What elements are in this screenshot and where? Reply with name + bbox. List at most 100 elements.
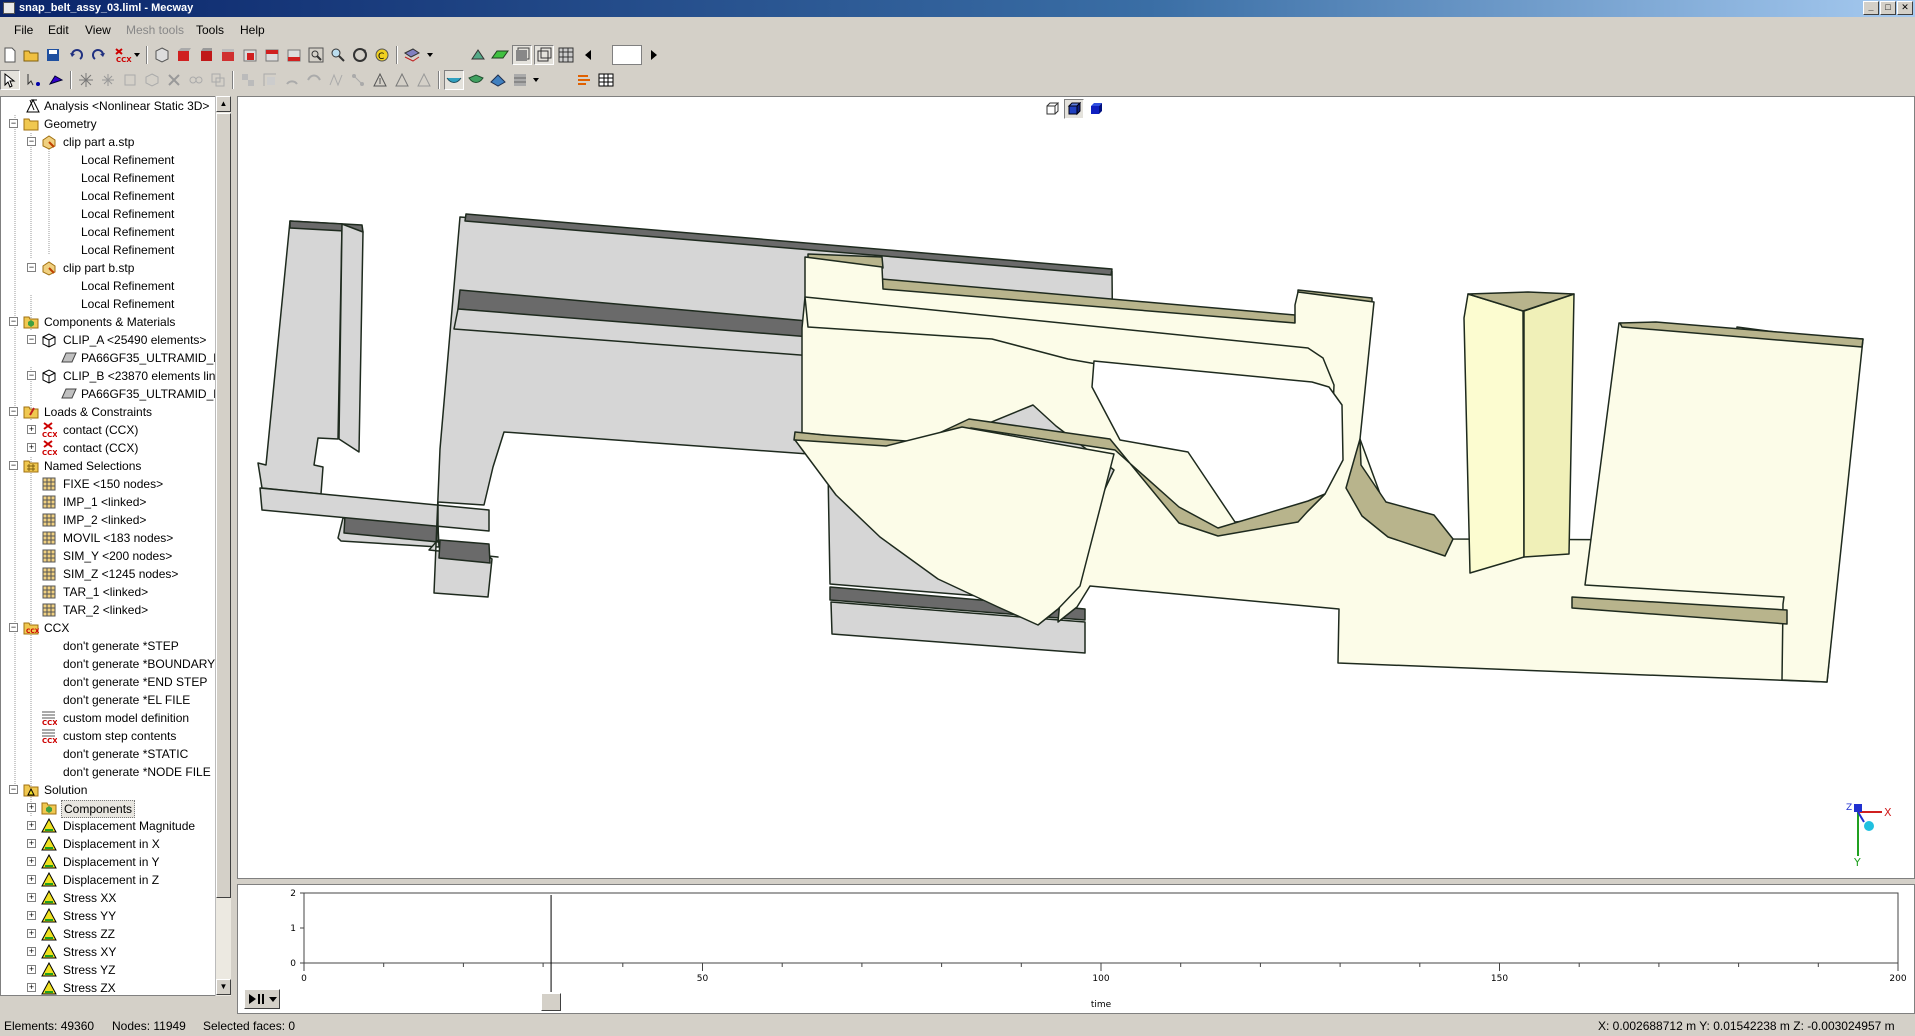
measure-icon[interactable] <box>370 70 390 90</box>
selection-toolbar <box>0 68 1915 92</box>
table-icon[interactable] <box>596 70 616 90</box>
solid-mesh-icon[interactable] <box>466 70 486 90</box>
close-button[interactable]: ✕ <box>1897 1 1913 15</box>
expand-icon[interactable]: + <box>27 443 36 452</box>
expand-icon[interactable]: + <box>27 875 36 884</box>
tree-scrollbar[interactable]: ▲ ▼ <box>215 96 231 996</box>
menu-file[interactable]: File <box>14 23 33 37</box>
hide-icon[interactable] <box>120 70 140 90</box>
play-button[interactable] <box>244 989 280 1009</box>
scale-icon[interactable] <box>260 70 280 90</box>
mirror-icon[interactable] <box>304 70 324 90</box>
collapse-icon[interactable]: − <box>9 785 18 794</box>
collapse-icon[interactable]: − <box>9 119 18 128</box>
expand-icon[interactable]: + <box>27 893 36 902</box>
expand-icon[interactable]: + <box>27 839 36 848</box>
extrude-icon[interactable] <box>348 70 368 90</box>
select-element-icon[interactable] <box>46 70 66 90</box>
rotate-mesh-icon[interactable] <box>282 70 302 90</box>
collapse-icon[interactable]: − <box>27 137 36 146</box>
view-left-icon[interactable] <box>218 45 238 65</box>
maximize-button[interactable]: □ <box>1880 1 1896 15</box>
dropdown-arrow-icon[interactable] <box>132 45 142 65</box>
surface-mesh-icon[interactable] <box>444 70 464 90</box>
sweep-icon[interactable] <box>326 70 346 90</box>
open-icon[interactable] <box>21 45 41 65</box>
new-icon[interactable] <box>0 45 20 65</box>
expand-icon[interactable]: + <box>27 983 36 992</box>
show-icon[interactable] <box>142 70 162 90</box>
view-top-icon[interactable] <box>262 45 282 65</box>
time-slider-handle[interactable] <box>541 993 562 1011</box>
expand-icon[interactable]: + <box>27 425 36 434</box>
collapse-icon[interactable]: − <box>27 335 36 344</box>
expand-icon[interactable]: + <box>27 965 36 974</box>
collapse-icon[interactable]: − <box>9 317 18 326</box>
surface-icon[interactable] <box>490 45 510 65</box>
expand-icon[interactable]: + <box>27 857 36 866</box>
time-tick-label: 50 <box>697 974 709 984</box>
menu-mesh-tools[interactable]: Mesh tools <box>126 23 184 37</box>
mesh-select-icon[interactable] <box>402 45 422 65</box>
select-pointer-icon[interactable] <box>0 70 20 90</box>
view-iso-icon[interactable] <box>152 45 172 65</box>
triangle-icon[interactable] <box>392 70 412 90</box>
pan-icon[interactable]: C <box>372 45 392 65</box>
3d-viewport[interactable]: X Y Z <box>237 96 1915 879</box>
time-tick-label: 0 <box>301 974 307 984</box>
dropdown-arrow-icon[interactable] <box>530 70 542 90</box>
next-icon[interactable] <box>644 45 664 65</box>
expand-icon[interactable]: + <box>27 821 36 830</box>
collapse-icon[interactable]: − <box>9 461 18 470</box>
menu-tools[interactable]: Tools <box>196 23 224 37</box>
zoom-icon[interactable] <box>328 45 348 65</box>
expand-icon[interactable]: + <box>27 803 36 812</box>
transparency-icon[interactable] <box>468 45 488 65</box>
menu-help[interactable]: Help <box>240 23 265 37</box>
delete-icon[interactable] <box>164 70 184 90</box>
contours-icon[interactable] <box>510 70 530 90</box>
shaded-view-icon[interactable] <box>512 45 532 65</box>
view-back-icon[interactable] <box>196 45 216 65</box>
scroll-down-icon[interactable]: ▼ <box>216 979 231 995</box>
expand-icon[interactable]: + <box>27 911 36 920</box>
scroll-up-icon[interactable]: ▲ <box>216 96 231 112</box>
select-node-icon[interactable] <box>24 70 44 90</box>
redo-icon[interactable] <box>89 45 109 65</box>
merge-icon[interactable] <box>186 70 206 90</box>
zoom-fit-icon[interactable] <box>306 45 326 65</box>
collapse-icon[interactable]: − <box>27 263 36 272</box>
window-title: snap_belt_assy_03.liml - Mecway <box>19 2 194 14</box>
scroll-thumb[interactable] <box>216 113 231 898</box>
view-right-icon[interactable] <box>240 45 260 65</box>
svg-text:CCX: CCX <box>42 737 57 744</box>
ccx-solve-icon[interactable]: CCX <box>113 45 133 65</box>
menu-view[interactable]: View <box>85 23 111 37</box>
previous-icon[interactable] <box>578 45 598 65</box>
separator <box>146 46 148 64</box>
explode-icon[interactable] <box>76 70 96 90</box>
minimize-button[interactable]: _ <box>1863 1 1879 15</box>
view-front-icon[interactable] <box>174 45 194 65</box>
expand-icon[interactable]: + <box>27 929 36 938</box>
view-bottom-icon[interactable] <box>284 45 304 65</box>
wireframe-view-icon[interactable] <box>534 45 554 65</box>
expand-icon[interactable]: + <box>27 947 36 956</box>
collapse-icon[interactable]: − <box>9 623 18 632</box>
move-icon[interactable] <box>238 70 258 90</box>
collapse-icon[interactable]: − <box>9 407 18 416</box>
outline-icon[interactable] <box>414 70 434 90</box>
separator <box>396 46 398 64</box>
contact-icon[interactable] <box>488 70 508 90</box>
dropdown-arrow-icon[interactable] <box>424 45 436 65</box>
mesh-view-icon[interactable] <box>556 45 576 65</box>
menu-edit[interactable]: Edit <box>48 23 69 37</box>
rotate-icon[interactable] <box>350 45 370 65</box>
copy-icon[interactable] <box>208 70 228 90</box>
step-field[interactable] <box>612 45 642 65</box>
save-icon[interactable] <box>43 45 63 65</box>
legend-icon[interactable] <box>574 70 594 90</box>
refine-icon[interactable] <box>98 70 118 90</box>
undo-icon[interactable] <box>66 45 86 65</box>
collapse-icon[interactable]: − <box>27 371 36 380</box>
